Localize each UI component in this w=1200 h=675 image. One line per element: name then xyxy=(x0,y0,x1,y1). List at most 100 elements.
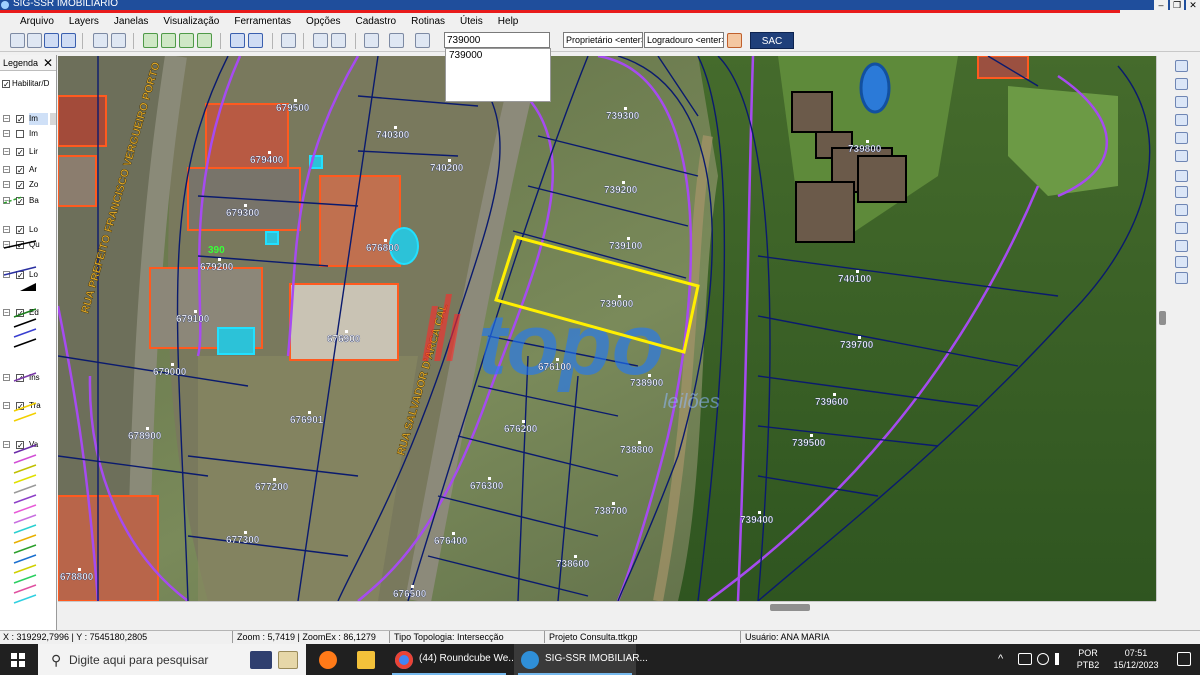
lot-label[interactable]: 676901 xyxy=(290,415,324,426)
owner-search-field[interactable]: Proprietário <enter> xyxy=(563,32,643,48)
taskbar-file-explorer[interactable] xyxy=(350,644,382,675)
taskbar-search-box[interactable]: ⚲ Digite aqui para pesquisar xyxy=(38,644,306,675)
pointer-icon[interactable] xyxy=(1175,272,1188,284)
report-icon[interactable] xyxy=(389,33,404,48)
lot-label[interactable]: 676200 xyxy=(504,424,538,435)
language-indicator[interactable]: POR PTB2 xyxy=(1074,647,1102,671)
lot-label[interactable]: 679100 xyxy=(176,314,210,325)
polyline-icon[interactable] xyxy=(364,33,379,48)
menu-janelas[interactable]: Janelas xyxy=(114,16,148,27)
lot-label[interactable]: 676100 xyxy=(538,362,572,373)
edit-icon[interactable] xyxy=(1175,204,1188,216)
zoom-extent-icon[interactable] xyxy=(1175,60,1188,72)
locate-icon[interactable] xyxy=(727,33,742,48)
layer-move-icon[interactable] xyxy=(179,33,194,48)
menu-uteis[interactable]: Úteis xyxy=(460,16,483,27)
lot-label[interactable]: 740100 xyxy=(838,274,872,285)
lot-label[interactable]: 677200 xyxy=(255,482,289,493)
h-scroll-thumb[interactable] xyxy=(770,604,810,611)
query-icon[interactable] xyxy=(415,33,430,48)
lot-label[interactable]: 740300 xyxy=(376,130,410,141)
lot-label[interactable]: 739000 xyxy=(600,299,634,310)
close-button[interactable]: ✕ xyxy=(1186,0,1200,10)
sac-button[interactable]: SAC xyxy=(750,32,794,49)
lot-label[interactable]: 739300 xyxy=(606,111,640,122)
pan-right-icon[interactable] xyxy=(1175,114,1188,126)
print-icon[interactable] xyxy=(93,33,108,48)
map-canvas[interactable]: RUA PREFEITO FRANCISCO VERGUEIRO PORTO R… xyxy=(58,56,1156,601)
lot-label[interactable]: 739200 xyxy=(604,185,638,196)
lot-label[interactable]: 738700 xyxy=(594,506,628,517)
notification-icon[interactable] xyxy=(1177,652,1191,666)
menu-ferramentas[interactable]: Ferramentas xyxy=(234,16,291,27)
lot-label[interactable]: 676500 xyxy=(393,589,427,600)
layer-edit-icon[interactable] xyxy=(161,33,176,48)
menu-arquivo[interactable]: Arquivo xyxy=(20,16,54,27)
v-scroll-thumb[interactable] xyxy=(1159,311,1166,325)
new-file-icon[interactable] xyxy=(10,33,25,48)
pan-left-icon[interactable] xyxy=(1175,132,1188,144)
tray-chevron-icon[interactable]: ^ xyxy=(998,653,1003,675)
lot-search-input[interactable] xyxy=(444,32,550,48)
taskbar-clock[interactable]: 07:51 15/12/2023 xyxy=(1106,647,1166,671)
menu-cadastro[interactable]: Cadastro xyxy=(356,16,397,27)
minimize-button[interactable]: – xyxy=(1154,0,1168,10)
refresh-icon[interactable] xyxy=(1175,150,1188,162)
lot-label[interactable]: 676900 xyxy=(327,334,361,345)
layers-icon[interactable] xyxy=(1175,256,1188,268)
lot-label[interactable]: 739100 xyxy=(609,241,643,252)
lot-label[interactable]: 678900 xyxy=(128,431,162,442)
lot-label[interactable]: 739500 xyxy=(792,438,826,449)
layer-add-icon[interactable] xyxy=(143,33,158,48)
tray-volume-icon[interactable] xyxy=(1055,653,1067,665)
menu-opcoes[interactable]: Opções xyxy=(306,16,340,27)
zoom-window-icon[interactable] xyxy=(331,33,346,48)
windows-start-icon[interactable] xyxy=(11,653,25,667)
lot-label[interactable]: 676400 xyxy=(434,536,468,547)
lot-label[interactable]: 739400 xyxy=(740,515,774,526)
tools-icon[interactable] xyxy=(281,33,296,48)
select-icon[interactable] xyxy=(1175,170,1188,182)
menu-visualizacao[interactable]: Visualização xyxy=(163,16,219,27)
street-search-field[interactable]: Logradouro <enter> xyxy=(644,32,724,48)
lot-label[interactable]: 676300 xyxy=(470,481,504,492)
menu-layers[interactable]: Layers xyxy=(69,16,99,27)
taskbar-app-roundcube[interactable]: (44) Roundcube We... xyxy=(388,644,517,675)
lot-label[interactable]: 738800 xyxy=(620,445,654,456)
lot-label[interactable]: 679300 xyxy=(226,208,260,219)
lot-label[interactable]: 679000 xyxy=(153,367,187,378)
menu-help[interactable]: Help xyxy=(498,16,519,27)
tray-network-icon[interactable] xyxy=(1037,653,1049,665)
taskbar-firefox[interactable] xyxy=(312,644,344,675)
horizontal-scrollbar[interactable] xyxy=(58,601,1156,613)
lot-label[interactable]: 739800 xyxy=(848,144,882,155)
grid-icon[interactable] xyxy=(1175,222,1188,234)
zoom-in-icon[interactable] xyxy=(1175,78,1188,90)
lot-label[interactable]: 679200 xyxy=(200,262,234,273)
lot-label[interactable]: 679400 xyxy=(250,155,284,166)
search-suggestion-item[interactable]: 739000 xyxy=(449,49,550,62)
print-preview-icon[interactable] xyxy=(111,33,126,48)
lot-label[interactable]: 679500 xyxy=(276,103,310,114)
window-tile-icon[interactable] xyxy=(230,33,245,48)
vertical-scrollbar[interactable] xyxy=(1156,56,1168,601)
lot-label[interactable]: 676800 xyxy=(366,243,400,254)
map-svg[interactable]: RUA PREFEITO FRANCISCO VERGUEIRO PORTO R… xyxy=(58,56,1156,601)
lot-label[interactable]: 738900 xyxy=(630,378,664,389)
maximize-button[interactable]: ❐ xyxy=(1170,0,1184,10)
window-map-icon[interactable] xyxy=(248,33,263,48)
menu-rotinas[interactable]: Rotinas xyxy=(411,16,445,27)
save-all-icon[interactable] xyxy=(61,33,76,48)
zoom-out-icon[interactable] xyxy=(1175,96,1188,108)
lot-label[interactable]: 678800 xyxy=(60,572,94,583)
info-icon[interactable] xyxy=(1175,186,1188,198)
print-map-icon[interactable] xyxy=(1175,240,1188,252)
measure-icon[interactable] xyxy=(313,33,328,48)
lot-label[interactable]: 738600 xyxy=(556,559,590,570)
save-icon[interactable] xyxy=(44,33,59,48)
lot-label[interactable]: 739700 xyxy=(840,340,874,351)
open-folder-icon[interactable] xyxy=(27,33,42,48)
lot-label[interactable]: 739600 xyxy=(815,397,849,408)
tray-camera-icon[interactable] xyxy=(1018,653,1032,665)
taskbar-app-sig[interactable]: SIG-SSR IMOBILIAR... xyxy=(514,644,648,675)
